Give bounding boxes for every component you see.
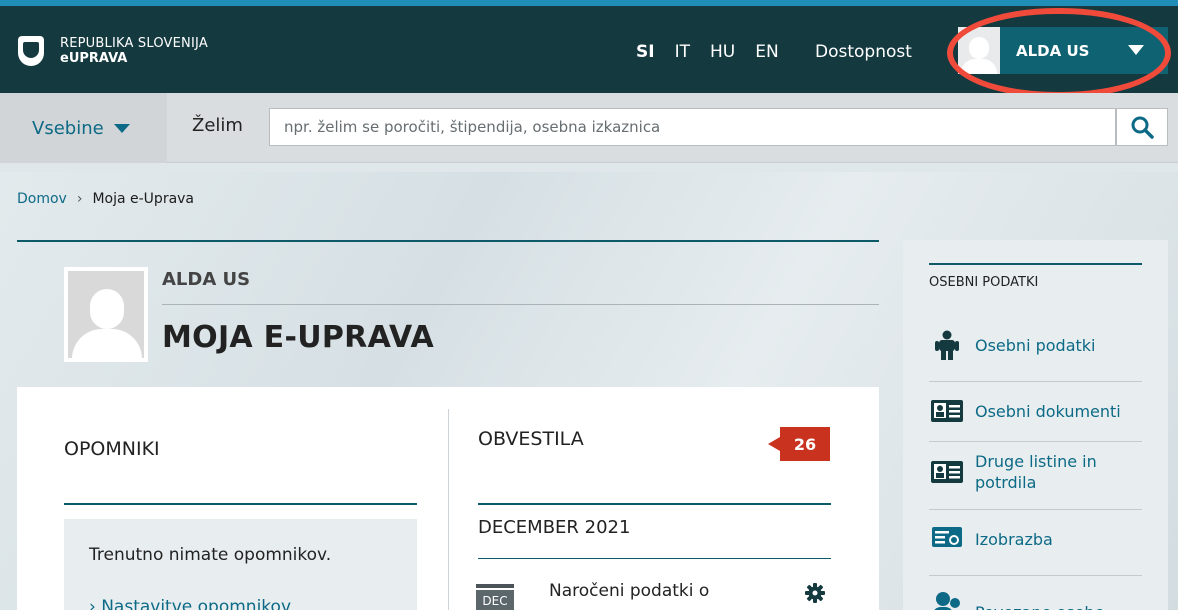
sidebar-item-related-persons[interactable]: Povezane osebe [929, 588, 1142, 610]
notices-rule [478, 503, 831, 505]
search-button[interactable] [1116, 108, 1168, 146]
notices-count-badge[interactable]: 26 [768, 427, 830, 461]
calendar-icon: DEC [476, 580, 514, 610]
divider [162, 304, 879, 305]
reminders-rule [64, 503, 417, 505]
column-divider [448, 409, 449, 610]
sidebar-rule [929, 263, 1142, 265]
sidebar-item-documents[interactable]: Osebni dokumenti [929, 397, 1142, 425]
language-switcher: SI IT HU EN [636, 42, 799, 62]
people-icon [929, 591, 965, 610]
divider [929, 441, 1142, 442]
reminders-empty-text: Trenutno nimate opomnikov. [89, 545, 332, 565]
search-bar: Vsebine Želim [0, 93, 1178, 163]
logo-line1: REPUBLIKA SLOVENIJA [60, 36, 208, 51]
breadcrumb-home[interactable]: Domov [17, 191, 67, 207]
person-icon [929, 330, 965, 360]
divider [929, 575, 1142, 576]
sidebar-item-label: Povezane osebe [975, 602, 1104, 610]
caret-down-icon [113, 123, 130, 133]
sidebar-item-label: Druge listine in potrdila [975, 452, 1097, 492]
contents-menu-label: Vsebine [32, 117, 104, 139]
profile-top-rule [17, 240, 879, 242]
search-label: Želim [192, 115, 243, 136]
id-card-icon [929, 397, 965, 425]
lang-it[interactable]: IT [675, 42, 690, 62]
sidebar-item-education[interactable]: Izobrazba [929, 525, 1142, 553]
certificate-icon [929, 525, 965, 553]
sidebar [903, 240, 1168, 610]
sidebar-item-label: Osebni podatki [975, 335, 1096, 355]
gear-icon[interactable] [805, 583, 825, 603]
reminder-settings-link[interactable]: › Nastavitve opomnikov [89, 597, 291, 610]
reminders-heading: OPOMNIKI [64, 438, 160, 460]
lang-si[interactable]: SI [636, 42, 655, 62]
search-input[interactable] [269, 108, 1116, 146]
calendar-month-label: DEC [476, 590, 514, 610]
contents-menu-button[interactable]: Vsebine [0, 93, 167, 163]
profile-name: ALDA US [162, 269, 251, 290]
divider [929, 509, 1142, 510]
breadcrumb-separator: › [76, 191, 83, 207]
sidebar-title: OSEBNI PODATKI [929, 275, 1039, 290]
page-title: MOJA E-UPRAVA [162, 320, 435, 355]
divider [478, 558, 831, 559]
divider [929, 381, 1142, 382]
sidebar-item-personal-data[interactable]: Osebni podatki [929, 330, 1142, 360]
notices-heading: OBVESTILA [478, 428, 584, 450]
breadcrumb-current: Moja e-Uprava [92, 191, 195, 207]
search-icon [1131, 116, 1154, 139]
lang-hu[interactable]: HU [710, 42, 735, 62]
id-card-icon [929, 458, 965, 486]
logo-line2: eUPRAVA [60, 51, 128, 66]
profile-avatar [64, 267, 148, 362]
site-logo[interactable]: REPUBLIKA SLOVENIJA eUPRAVA [18, 36, 208, 66]
lang-en[interactable]: EN [755, 42, 778, 62]
sidebar-item-label: Osebni dokumenti [975, 401, 1121, 421]
notices-month: DECEMBER 2021 [478, 517, 631, 538]
sidebar-item-certificates[interactable]: Druge listine in potrdila [929, 451, 1142, 493]
highlight-annotation [947, 8, 1171, 98]
notice-item-title[interactable]: Naročeni podatki o [549, 580, 749, 602]
coat-of-arms-icon [18, 36, 44, 66]
accessibility-link[interactable]: Dostopnost [815, 42, 912, 62]
breadcrumb: Domov › Moja e-Uprava [17, 191, 194, 207]
sidebar-item-label: Izobrazba [975, 529, 1053, 549]
